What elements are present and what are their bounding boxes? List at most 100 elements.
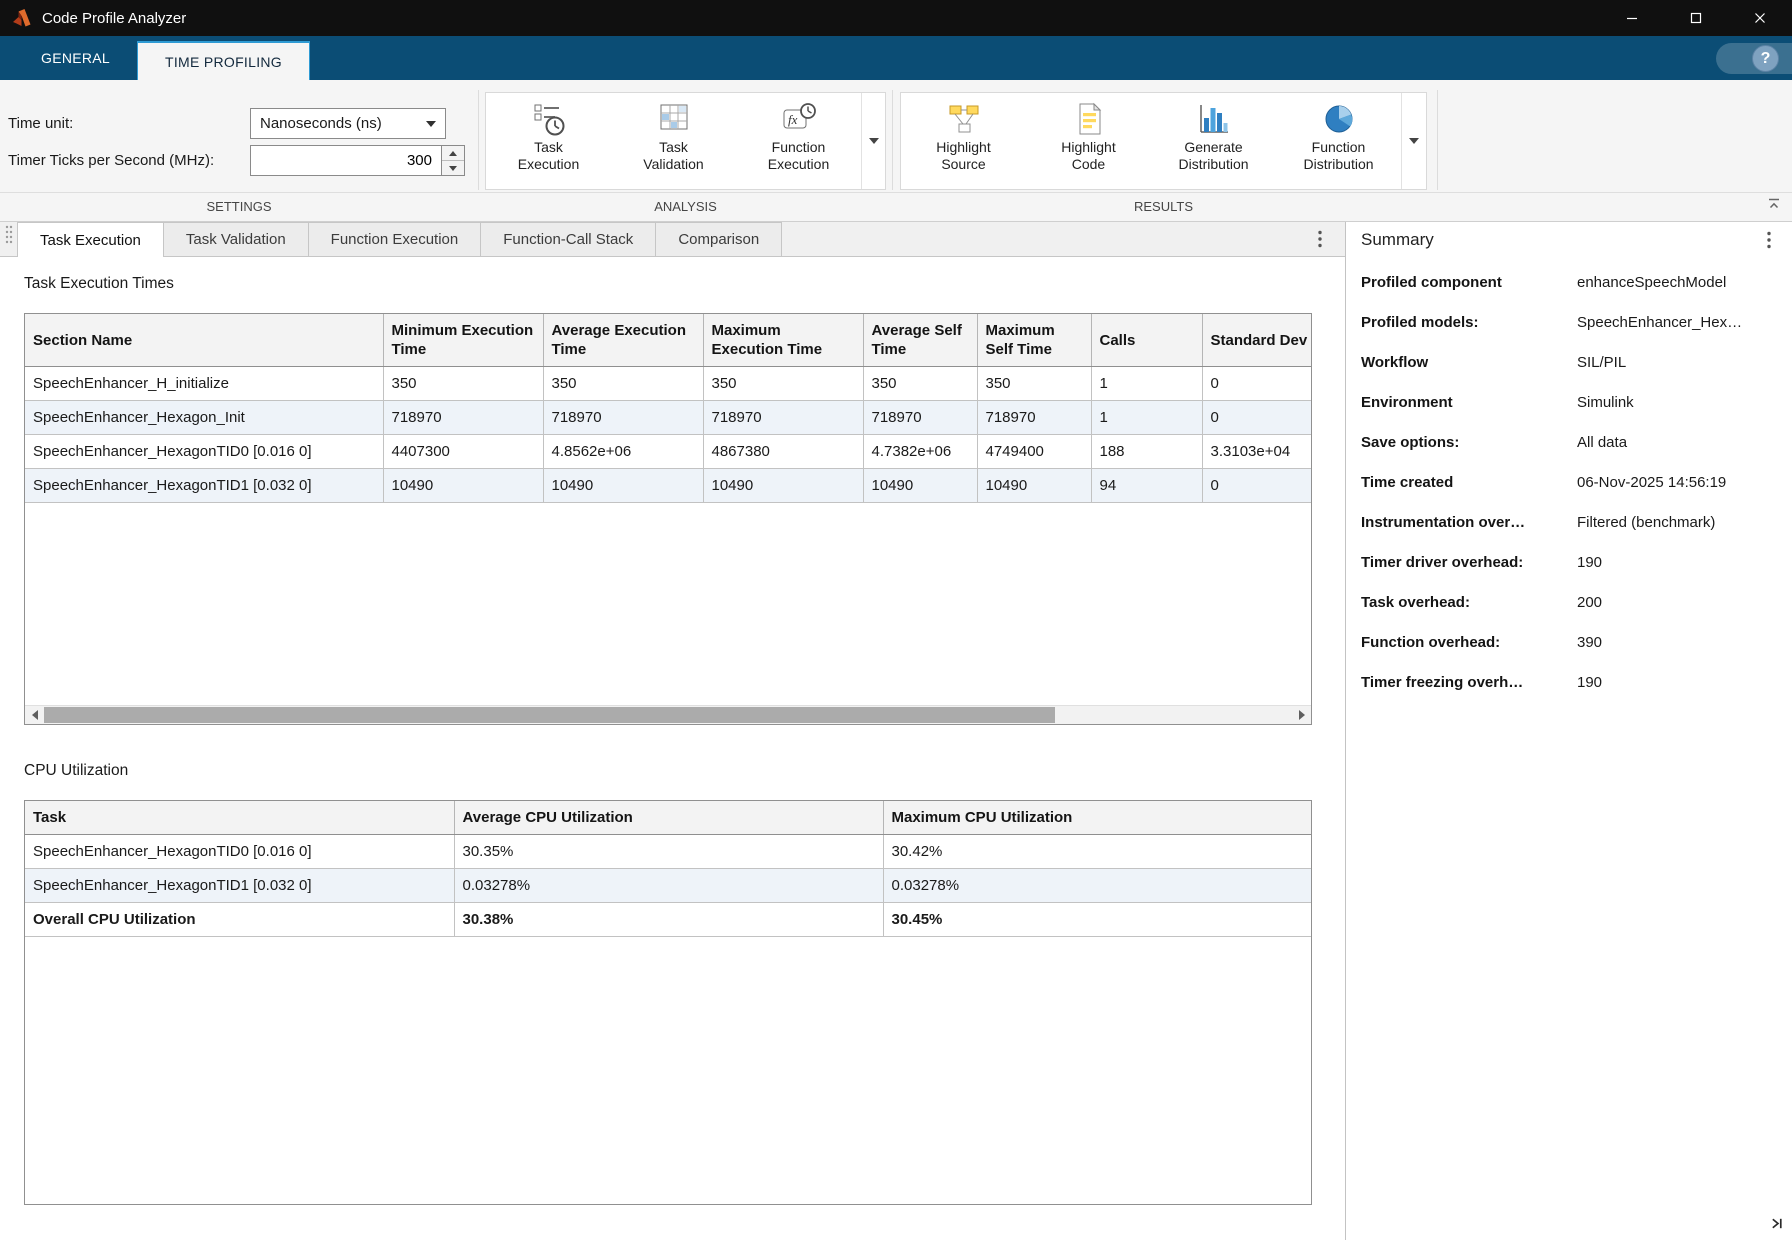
doc-tab-task-execution[interactable]: Task Execution <box>17 222 164 257</box>
summary-item-value: Simulink <box>1577 394 1786 411</box>
table-cell: SpeechEnhancer_H_initialize <box>25 367 383 401</box>
spinner-down-button[interactable] <box>442 160 464 175</box>
close-button[interactable] <box>1728 0 1792 36</box>
summary-pane: Summary Profiled componentenhanceSpeechM… <box>1347 222 1792 1240</box>
highlight-code-button[interactable]: Highlight Code <box>1026 93 1151 189</box>
timer-ticks-label: Timer Ticks per Second (MHz): <box>8 152 214 169</box>
window-controls <box>1600 0 1792 36</box>
summary-item-timer-driver-overhead: Timer driver overhead:190 <box>1361 552 1786 592</box>
scroll-right-button[interactable] <box>1292 706 1311 724</box>
summary-item-label: Timer driver overhead: <box>1361 554 1577 571</box>
task-execution-button[interactable]: Task Execution <box>486 93 611 189</box>
column-header-maximum-execution-time[interactable]: Maximum Execution Time <box>703 314 863 367</box>
table-row[interactable]: SpeechEnhancer_Hexagon_Init7189707189707… <box>25 401 1312 435</box>
scrollbar-thumb[interactable] <box>44 707 1055 723</box>
summary-item-value: SpeechEnhancer_Hex… <box>1577 314 1786 331</box>
minimize-icon <box>1626 12 1638 24</box>
table-cell: 0.03278% <box>454 869 883 903</box>
column-header-task[interactable]: Task <box>25 801 454 835</box>
generate-distribution-icon <box>1196 101 1232 137</box>
doc-tab-comparison[interactable]: Comparison <box>655 222 782 256</box>
time-unit-select[interactable]: Nanoseconds (ns) <box>250 108 446 139</box>
summary-item-profiled-component: Profiled componentenhanceSpeechModel <box>1361 272 1786 312</box>
summary-item-environment: EnvironmentSimulink <box>1361 392 1786 432</box>
scrollbar-track[interactable] <box>44 706 1292 724</box>
table-cell: 30.38% <box>454 903 883 937</box>
analysis-dropdown-button[interactable] <box>861 93 885 189</box>
table-cell: 10490 <box>977 469 1091 503</box>
function-execution-button[interactable]: fx Function Execution <box>736 93 861 189</box>
triangle-up-icon <box>449 151 457 156</box>
ribbon: Time unit: Nanoseconds (ns) Timer Ticks … <box>0 80 1792 222</box>
table-row[interactable]: SpeechEnhancer_HexagonTID0 [0.016 0]30.3… <box>25 835 1312 869</box>
ribbon-tab-time-profiling[interactable]: TIME PROFILING <box>137 41 310 80</box>
table-cell: 718970 <box>863 401 977 435</box>
data-table: Section NameMinimum Execution TimeAverag… <box>25 314 1312 503</box>
summary-item-profiled-models: Profiled models:SpeechEnhancer_Hex… <box>1361 312 1786 352</box>
column-header-maximum-cpu-utilization[interactable]: Maximum CPU Utilization <box>883 801 1312 835</box>
tab-overflow-menu[interactable] <box>1309 228 1331 250</box>
table-row[interactable]: SpeechEnhancer_HexagonTID1 [0.032 0]0.03… <box>25 869 1312 903</box>
table-row[interactable]: SpeechEnhancer_H_initialize3503503503503… <box>25 367 1312 401</box>
column-header-average-self-time[interactable]: Average Self Time <box>863 314 977 367</box>
table-row[interactable]: Overall CPU Utilization30.38%30.45% <box>25 903 1312 937</box>
function-execution-label: Function Execution <box>768 139 829 173</box>
results-dropdown-button[interactable] <box>1401 93 1426 189</box>
spinner-up-button[interactable] <box>442 146 464 160</box>
table-cell: 3.3103e+04 <box>1202 435 1312 469</box>
doc-tab-task-validation[interactable]: Task Validation <box>163 222 309 256</box>
column-header-average-cpu-utilization[interactable]: Average CPU Utilization <box>454 801 883 835</box>
settings-group-label: SETTINGS <box>0 199 478 214</box>
column-header-standard-dev[interactable]: Standard Dev <box>1202 314 1312 367</box>
generate-distribution-label: Generate Distribution <box>1178 139 1248 173</box>
ribbon-tab-general[interactable]: GENERAL <box>14 36 137 80</box>
doc-tab-function-execution[interactable]: Function Execution <box>308 222 482 256</box>
minimize-button[interactable] <box>1600 0 1664 36</box>
document-tabs: Task ExecutionTask ValidationFunction Ex… <box>17 222 781 256</box>
table-row[interactable]: SpeechEnhancer_HexagonTID0 [0.016 0]4407… <box>25 435 1312 469</box>
doc-tab-function-call-stack[interactable]: Function-Call Stack <box>480 222 656 256</box>
triangle-down-icon <box>449 166 457 171</box>
horizontal-scrollbar[interactable] <box>25 705 1311 724</box>
svg-text:fx: fx <box>788 112 798 127</box>
expand-panel-button[interactable] <box>1768 1214 1786 1232</box>
summary-item-value: 06-Nov-2025 14:56:19 <box>1577 474 1786 491</box>
summary-menu-button[interactable] <box>1758 229 1780 251</box>
task-execution-label: Task Execution <box>518 139 579 173</box>
column-header-section-name[interactable]: Section Name <box>25 314 383 367</box>
task-validation-button[interactable]: Task Validation <box>611 93 736 189</box>
table-cell: Overall CPU Utilization <box>25 903 454 937</box>
highlight-source-button[interactable]: Highlight Source <box>901 93 1026 189</box>
column-header-calls[interactable]: Calls <box>1091 314 1202 367</box>
summary-item-label: Environment <box>1361 394 1577 411</box>
table-cell: 350 <box>703 367 863 401</box>
ribbon-divider <box>0 192 1792 193</box>
column-header-maximum-self-time[interactable]: Maximum Self Time <box>977 314 1091 367</box>
maximize-icon <box>1690 12 1702 24</box>
ribbon-tabbar: GENERALTIME PROFILING ? <box>0 36 1792 80</box>
cpu-table-container: TaskAverage CPU UtilizationMaximum CPU U… <box>24 800 1312 1205</box>
table-cell: 350 <box>863 367 977 401</box>
table-cell: 4867380 <box>703 435 863 469</box>
summary-item-time-created: Time created06-Nov-2025 14:56:19 <box>1361 472 1786 512</box>
column-header-minimum-execution-time[interactable]: Minimum Execution Time <box>383 314 543 367</box>
highlight-code-icon <box>1071 101 1107 137</box>
cpu-utilization-heading: CPU Utilization <box>24 762 128 780</box>
tabstrip-grip[interactable] <box>5 224 13 249</box>
maximize-button[interactable] <box>1664 0 1728 36</box>
collapse-ribbon-button[interactable] <box>1765 195 1783 213</box>
column-header-average-execution-time[interactable]: Average Execution Time <box>543 314 703 367</box>
summary-item-value: SIL/PIL <box>1577 354 1786 371</box>
function-distribution-button[interactable]: Function Distribution <box>1276 93 1401 189</box>
table-cell: 30.45% <box>883 903 1312 937</box>
table-cell: 0 <box>1202 401 1312 435</box>
scroll-left-button[interactable] <box>25 706 44 724</box>
timer-ticks-input[interactable] <box>250 145 442 176</box>
table-cell: 188 <box>1091 435 1202 469</box>
table-row[interactable]: SpeechEnhancer_HexagonTID1 [0.032 0]1049… <box>25 469 1312 503</box>
table-cell: 94 <box>1091 469 1202 503</box>
help-button[interactable]: ? <box>1752 45 1779 72</box>
generate-distribution-button[interactable]: Generate Distribution <box>1151 93 1276 189</box>
summary-item-label: Workflow <box>1361 354 1577 371</box>
task-validation-icon <box>656 101 692 137</box>
